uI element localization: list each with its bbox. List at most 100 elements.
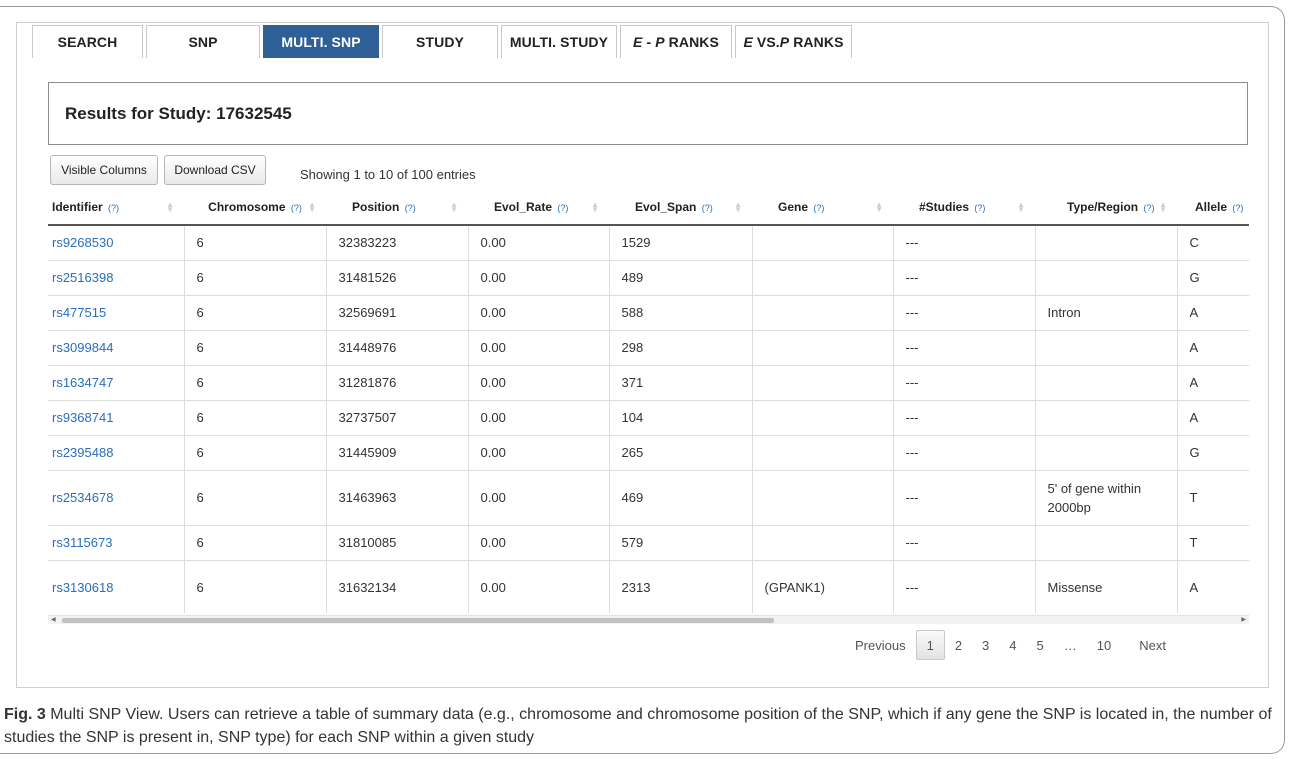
snp-link[interactable]: rs1634747	[52, 375, 113, 390]
help-link[interactable]: (?)	[1143, 203, 1154, 213]
sort-icon: ▲ ▼	[166, 200, 174, 214]
help-link[interactable]: (?)	[108, 203, 119, 213]
column-header-chromosome[interactable]: Chromosome (?) ▲ ▼	[184, 190, 326, 226]
tab-e-vs-p-ranks[interactable]: E VS. P RANKS	[735, 25, 852, 58]
table-row: rs3130618 6 31632134 0.00 2313 (GPANK1) …	[48, 560, 1249, 613]
cell-evol-rate: 0.00	[467, 330, 609, 366]
cell-identifier: rs3099844	[48, 330, 184, 366]
column-header-evol-rate[interactable]: Evol_Rate (?) ▲ ▼	[468, 190, 609, 226]
next-page-button[interactable]: Next	[1121, 630, 1176, 660]
tab-search[interactable]: SEARCH	[32, 25, 143, 58]
help-link[interactable]: (?)	[1232, 203, 1243, 213]
snp-link[interactable]: rs9368741	[52, 410, 113, 425]
page-3-button[interactable]: 3	[972, 630, 999, 660]
cell-type-region	[1034, 400, 1177, 436]
cell-evol-rate: 0.00	[467, 260, 609, 296]
page-1-button[interactable]: 1	[915, 630, 945, 660]
cell-type-region	[1034, 225, 1177, 261]
tab-study[interactable]: STUDY	[382, 25, 498, 58]
cell-position: 31632134	[325, 560, 468, 613]
page-4-button[interactable]: 4	[999, 630, 1026, 660]
page-2-button[interactable]: 2	[945, 630, 972, 660]
download-csv-button[interactable]: Download CSV	[164, 155, 266, 185]
tab-multi-study[interactable]: MULTI. STUDY	[501, 25, 617, 58]
cell-allele: G	[1176, 435, 1249, 471]
cell-allele: A	[1176, 330, 1249, 366]
cell-position: 31463963	[325, 470, 468, 526]
column-label: Allele	[1195, 200, 1228, 214]
cell-gene	[751, 260, 893, 296]
snp-link[interactable]: rs2516398	[52, 270, 113, 285]
tab-e-vs-p-ranks-p: P	[779, 34, 790, 50]
help-link[interactable]: (?)	[974, 203, 985, 213]
help-link[interactable]: (?)	[702, 203, 713, 213]
cell-gene	[751, 400, 893, 436]
help-link[interactable]: (?)	[291, 203, 302, 213]
page-10-button[interactable]: 10	[1087, 630, 1121, 660]
column-header-identifier[interactable]: Identifier (?) ▲ ▼	[48, 190, 184, 226]
scroll-right-arrow-icon[interactable]: ▶	[1241, 616, 1246, 625]
cell-identifier: rs9368741	[48, 400, 184, 436]
tab-study-label: STUDY	[416, 34, 464, 50]
column-header-studies[interactable]: #Studies (?) ▲ ▼	[893, 190, 1035, 226]
cell-evol-span: 579	[608, 525, 752, 561]
horizontal-scrollbar[interactable]: ◀ ▶	[48, 615, 1249, 624]
sort-icon: ▲ ▼	[1159, 200, 1167, 214]
tab-e-p-ranks-sep: -	[642, 34, 656, 50]
cell-chromosome: 6	[183, 330, 326, 366]
cell-chromosome: 6	[183, 225, 326, 261]
column-header-type-region[interactable]: Type/Region (?) ▲ ▼	[1035, 190, 1177, 226]
sort-icon: ▲ ▼	[875, 200, 883, 214]
tab-snp[interactable]: SNP	[146, 25, 260, 58]
help-link[interactable]: (?)	[557, 203, 568, 213]
cell-gene	[751, 525, 893, 561]
cell-evol-span: 588	[608, 295, 752, 331]
column-header-evol-span[interactable]: Evol_Span (?) ▲ ▼	[609, 190, 752, 226]
cell-position: 31445909	[325, 435, 468, 471]
cell-evol-rate: 0.00	[467, 365, 609, 401]
cell-allele: G	[1176, 260, 1249, 296]
tab-e-p-ranks-e: E	[633, 34, 643, 50]
cell-gene	[751, 295, 893, 331]
snp-link[interactable]: rs9268530	[52, 235, 113, 250]
snp-link[interactable]: rs2534678	[52, 490, 113, 505]
snp-link[interactable]: rs3099844	[52, 340, 113, 355]
cell-studies: ---	[892, 560, 1035, 613]
snp-link[interactable]: rs477515	[52, 305, 106, 320]
cell-type-region	[1034, 330, 1177, 366]
column-header-gene[interactable]: Gene (?) ▲ ▼	[752, 190, 893, 226]
visible-columns-button[interactable]: Visible Columns	[50, 155, 158, 185]
tab-e-p-ranks[interactable]: E - P RANKS	[620, 25, 732, 58]
cell-studies: ---	[892, 400, 1035, 436]
cell-studies: ---	[892, 260, 1035, 296]
cell-identifier: rs3130618	[48, 560, 184, 613]
cell-type-region	[1034, 260, 1177, 296]
column-header-allele[interactable]: Allele (?)	[1177, 190, 1249, 226]
snp-link[interactable]: rs3115673	[52, 535, 112, 550]
cell-gene	[751, 225, 893, 261]
page-5-button[interactable]: 5	[1027, 630, 1054, 660]
snp-link[interactable]: rs3130618	[52, 580, 113, 595]
scrollbar-thumb[interactable]	[62, 618, 774, 623]
table-row: rs2534678 6 31463963 0.00 469 --- 5' of …	[48, 470, 1249, 526]
scroll-left-arrow-icon[interactable]: ◀	[51, 616, 56, 625]
results-table-scroll[interactable]: Identifier (?) ▲ ▼ Chromosome (?) ▲ ▼ Positi…	[48, 190, 1249, 613]
snp-link[interactable]: rs2395488	[52, 445, 113, 460]
cell-chromosome: 6	[183, 525, 326, 561]
cell-allele: T	[1176, 470, 1249, 526]
tab-e-vs-p-ranks-sep: VS.	[752, 34, 780, 50]
cell-studies: ---	[892, 525, 1035, 561]
column-header-position[interactable]: Position (?) ▲ ▼	[326, 190, 468, 226]
cell-studies: ---	[892, 295, 1035, 331]
cell-studies: ---	[892, 225, 1035, 261]
cell-evol-rate: 0.00	[467, 400, 609, 436]
table-row: rs3099844 6 31448976 0.00 298 --- A	[48, 330, 1249, 366]
help-link[interactable]: (?)	[813, 203, 824, 213]
cell-gene	[751, 365, 893, 401]
previous-page-button[interactable]: Previous	[845, 630, 916, 660]
cell-type-region	[1034, 525, 1177, 561]
tab-multi-snp[interactable]: MULTI. SNP	[263, 25, 379, 58]
cell-evol-span: 469	[608, 470, 752, 526]
tab-e-p-ranks-p: P	[655, 34, 665, 50]
help-link[interactable]: (?)	[405, 203, 416, 213]
